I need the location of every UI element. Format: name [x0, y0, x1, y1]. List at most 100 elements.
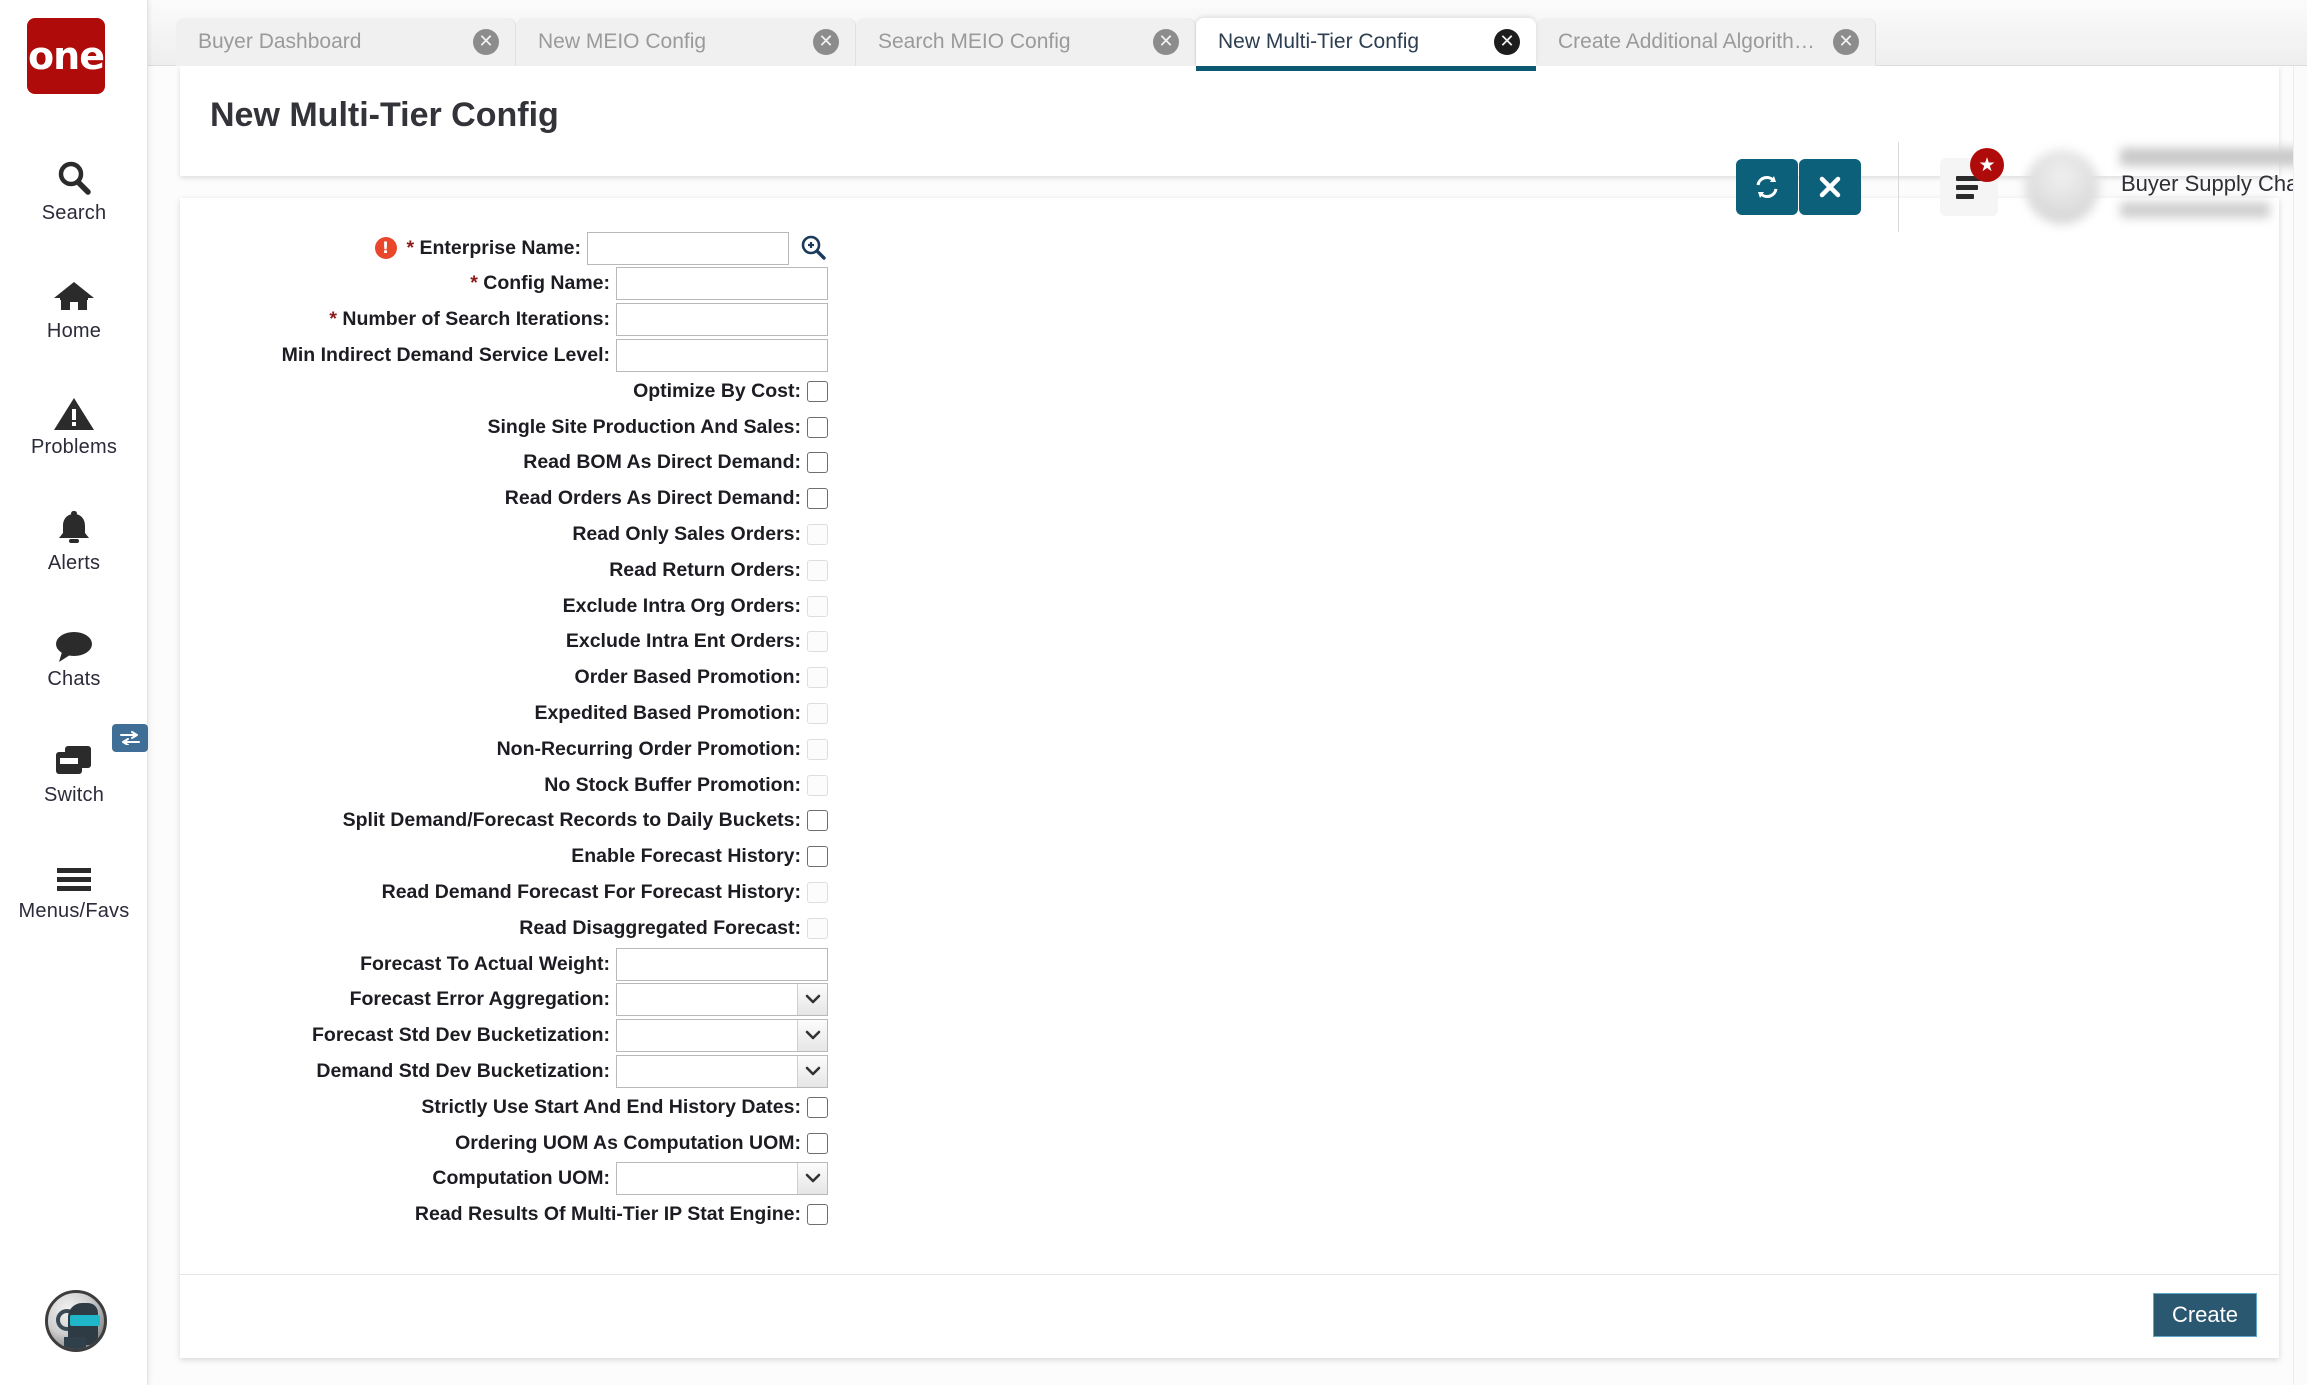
form-row-enterprise-name: ! * Enterprise Name: — [180, 230, 828, 266]
tab-search-meio-config[interactable]: Search MEIO Config ✕ — [856, 18, 1196, 66]
field-label: Expedited Based Promotion: — [534, 701, 801, 724]
refresh-button[interactable] — [1736, 159, 1798, 215]
read-results-of-multi-tier-ip-stat-engine-checkbox[interactable] — [807, 1204, 828, 1226]
no-stock-buffer-promotion-checkbox — [807, 774, 828, 796]
field-control — [807, 846, 828, 868]
user-org-redacted — [2120, 202, 2270, 218]
config-name-input[interactable] — [616, 267, 828, 301]
split-demand-forecast-records-to-daily-buckets-checkbox[interactable] — [807, 810, 828, 832]
tab-buyer-dashboard[interactable]: Buyer Dashboard ✕ — [176, 18, 516, 66]
form-row-no-stock-buffer-promotion: No Stock Buffer Promotion: — [180, 767, 828, 803]
field-label-wrap: Forecast Std Dev Bucketization: — [312, 1024, 610, 1047]
field-label-wrap: ! * Enterprise Name: — [374, 237, 581, 260]
forecast-error-aggregation-select[interactable] — [616, 983, 828, 1017]
ordering-uom-as-computation-uom-checkbox[interactable] — [807, 1132, 828, 1154]
tab-close-icon[interactable]: ✕ — [473, 29, 499, 55]
tab-strip: Buyer Dashboard ✕ New MEIO Config ✕ Sear… — [148, 0, 2307, 71]
form-row-read-disaggregated-forecast: Read Disaggregated Forecast: — [180, 910, 828, 946]
rail-item-label: Alerts — [47, 552, 101, 574]
chevron-down-icon — [797, 1163, 827, 1195]
switch-toggle-badge[interactable] — [112, 724, 148, 752]
tab-close-icon[interactable]: ✕ — [1833, 29, 1859, 55]
field-label: Read BOM As Direct Demand: — [523, 451, 801, 474]
chevron-down-icon — [797, 984, 827, 1016]
field-control — [616, 1019, 828, 1053]
app-logo[interactable]: one — [27, 18, 105, 94]
form-row-read-results-of-multi-tier-ip-stat-engine: Read Results Of Multi-Tier IP Stat Engin… — [180, 1197, 828, 1233]
field-label: Ordering UOM As Computation UOM: — [455, 1131, 801, 1154]
read-bom-as-direct-demand-checkbox[interactable] — [807, 452, 828, 474]
create-button[interactable]: Create — [2152, 1293, 2257, 1337]
form-row-config-name: * Config Name: — [180, 266, 828, 302]
required-asterisk: * — [470, 272, 484, 295]
rail-item-home[interactable]: Home — [0, 270, 148, 343]
optimize-by-cost-checkbox[interactable] — [807, 380, 828, 402]
avatar[interactable] — [2025, 150, 2099, 224]
number-of-search-iterations-input[interactable] — [616, 303, 828, 337]
field-label: No Stock Buffer Promotion: — [544, 773, 801, 796]
enterprise-name-input[interactable] — [587, 231, 789, 265]
field-label-wrap: Read Orders As Direct Demand: — [505, 487, 801, 510]
field-control — [616, 303, 828, 337]
field-label-wrap: Forecast Error Aggregation: — [350, 988, 610, 1011]
field-label: Single Site Production And Sales: — [487, 415, 802, 438]
ai-assistant-avatar-icon[interactable] — [45, 1290, 107, 1352]
search-lookup-icon[interactable] — [798, 233, 828, 263]
read-orders-as-direct-demand-checkbox[interactable] — [807, 488, 828, 510]
field-label-wrap: Strictly Use Start And End History Dates… — [421, 1096, 801, 1119]
tab-close-icon[interactable]: ✕ — [813, 29, 839, 55]
field-label: Read Return Orders: — [609, 558, 801, 581]
form-row-forecast-to-actual-weight: Forecast To Actual Weight: — [180, 946, 828, 982]
field-label-wrap: Expedited Based Promotion: — [534, 702, 801, 725]
favorites-star-badge[interactable]: ★ — [1970, 148, 2004, 182]
tab-close-icon[interactable]: ✕ — [1494, 29, 1520, 55]
tab-close-icon[interactable]: ✕ — [1153, 29, 1179, 55]
close-button[interactable] — [1799, 159, 1861, 215]
forecast-to-actual-weight-input[interactable] — [616, 947, 828, 981]
field-control — [616, 947, 828, 981]
field-label-wrap: Computation UOM: — [432, 1167, 610, 1190]
demand-std-dev-bucketization-select[interactable] — [616, 1054, 828, 1088]
enable-forecast-history-checkbox[interactable] — [807, 846, 828, 868]
rail-item-alerts[interactable]: Alerts — [0, 502, 148, 575]
exclude-intra-org-orders-checkbox — [807, 595, 828, 617]
page-scrollbar[interactable] — [2293, 66, 2307, 1385]
home-icon — [52, 270, 96, 316]
field-control — [616, 983, 828, 1017]
tab-create-additional-algorithm-config[interactable]: Create Additional Algorithm Con... ✕ — [1536, 18, 1876, 66]
form-row-split-demand-forecast-records-to-daily-buckets: Split Demand/Forecast Records to Daily B… — [180, 803, 828, 839]
field-label: Split Demand/Forecast Records to Daily B… — [342, 809, 801, 832]
field-label: * Number of Search Iterations: — [329, 308, 610, 331]
left-navigation-rail: one Search Home Problems Alerts Chats Sw… — [0, 0, 148, 1385]
field-control — [616, 1054, 828, 1088]
form-footer: Create — [180, 1274, 2279, 1358]
form-row-forecast-error-aggregation: Forecast Error Aggregation: — [180, 982, 828, 1018]
field-control — [807, 667, 828, 689]
field-control — [807, 380, 828, 402]
rail-item-search[interactable]: Search — [0, 152, 148, 225]
field-label-wrap: Exclude Intra Ent Orders: — [566, 630, 801, 653]
field-label-wrap: Read Return Orders: — [609, 559, 801, 582]
field-label: Forecast To Actual Weight: — [360, 952, 610, 975]
field-control — [807, 1204, 828, 1226]
min-indirect-demand-service-level-input[interactable] — [616, 338, 828, 372]
form-row-read-orders-as-direct-demand: Read Orders As Direct Demand: — [180, 481, 828, 517]
field-label: Forecast Std Dev Bucketization: — [312, 1024, 610, 1047]
computation-uom-select[interactable] — [616, 1162, 828, 1196]
field-control — [616, 267, 828, 301]
tab-new-multi-tier-config[interactable]: New Multi-Tier Config ✕ — [1196, 18, 1536, 71]
single-site-production-and-sales-checkbox[interactable] — [807, 416, 828, 438]
strictly-use-start-and-end-history-dates-checkbox[interactable] — [807, 1096, 828, 1118]
rail-item-chats[interactable]: Chats — [0, 618, 148, 691]
forecast-std-dev-bucketization-select[interactable] — [616, 1019, 828, 1053]
tab-new-meio-config[interactable]: New MEIO Config ✕ — [516, 18, 856, 66]
field-control — [807, 631, 828, 653]
field-label-wrap: Ordering UOM As Computation UOM: — [455, 1132, 801, 1155]
expedited-based-promotion-checkbox — [807, 702, 828, 724]
rail-item-problems[interactable]: Problems — [0, 386, 148, 459]
form-row-read-demand-forecast-for-forecast-history: Read Demand Forecast For Forecast Histor… — [180, 874, 828, 910]
form-fields-container: ! * Enterprise Name: * Config Name: * Numbe… — [180, 198, 2279, 1274]
rail-item-menus-favs[interactable]: Menus/Favs — [0, 850, 148, 923]
form-row-number-of-search-iterations: * Number of Search Iterations: — [180, 302, 828, 338]
form-row-exclude-intra-ent-orders: Exclude Intra Ent Orders: — [180, 624, 828, 660]
